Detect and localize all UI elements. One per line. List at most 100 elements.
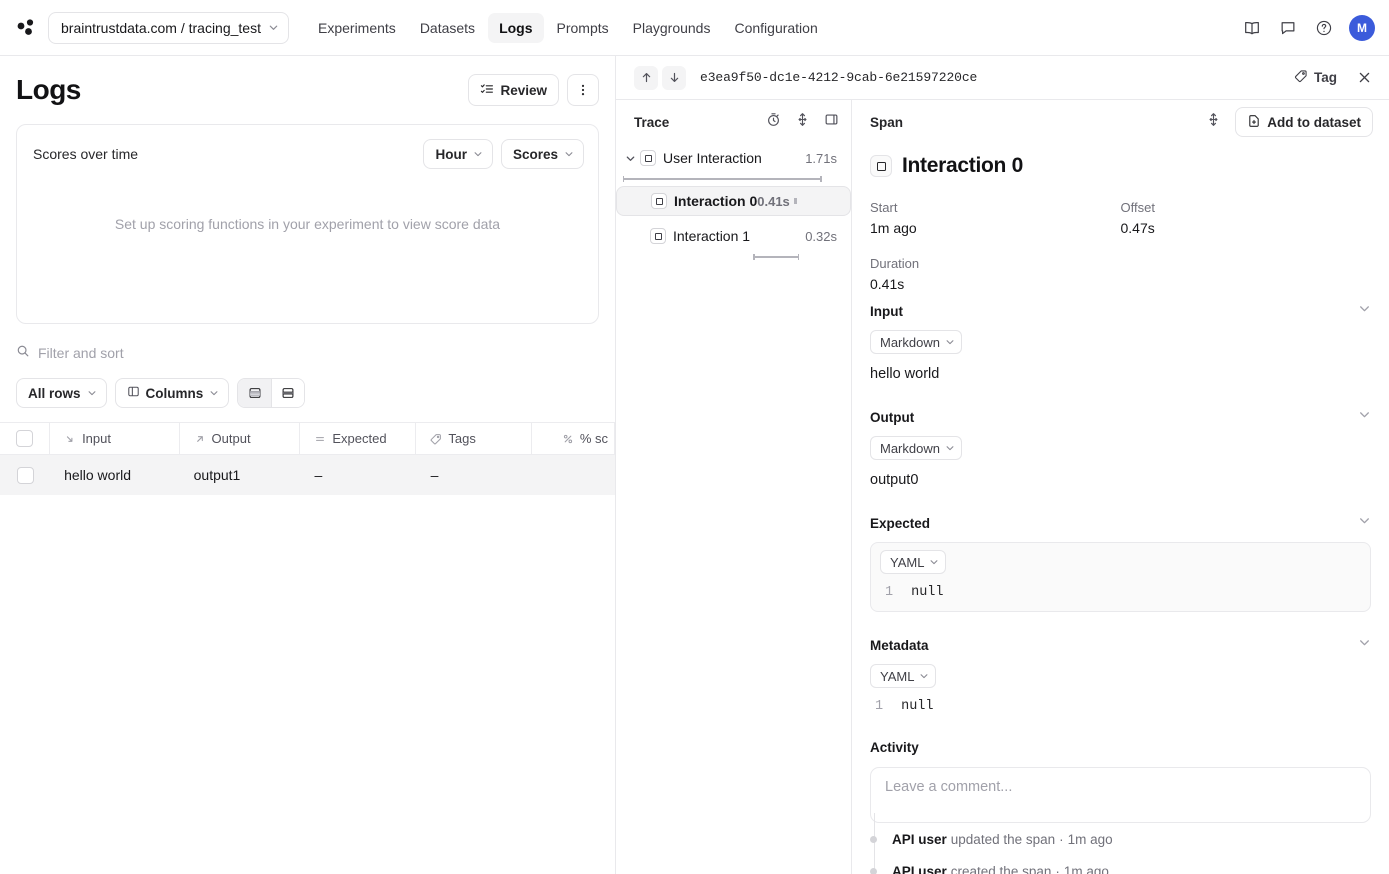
metadata-format-label: YAML bbox=[880, 668, 915, 684]
row-checkbox[interactable] bbox=[16, 466, 34, 484]
column-header-input[interactable]: Input bbox=[50, 422, 180, 455]
span-field-offset: Offset 0.47s bbox=[1121, 200, 1372, 236]
all-rows-select[interactable]: All rows bbox=[16, 378, 107, 408]
tag-button[interactable]: Tag bbox=[1294, 69, 1337, 86]
expand-move-icon[interactable] bbox=[1206, 112, 1221, 132]
nav-link-experiments[interactable]: Experiments bbox=[307, 13, 407, 43]
chevron-down-icon[interactable] bbox=[1358, 636, 1371, 654]
activity-user: API user bbox=[892, 831, 947, 847]
span-metadata-grid: Start 1m ago Offset 0.47s Duration 0.41s bbox=[870, 200, 1371, 298]
span-field-start-value: 1m ago bbox=[870, 220, 917, 236]
table-view-icon[interactable] bbox=[238, 379, 272, 407]
columns-select[interactable]: Columns bbox=[114, 378, 230, 408]
add-to-dataset-button[interactable]: Add to dataset bbox=[1235, 107, 1373, 137]
filter-and-sort-bar[interactable]: Filter and sort bbox=[16, 342, 599, 364]
logs-left-pane: Logs Review Scores over time Hour Scores… bbox=[0, 56, 616, 874]
chevron-down-icon[interactable] bbox=[1358, 302, 1371, 320]
trace-node-label: Interaction 1 bbox=[673, 228, 751, 244]
trace-node-interaction-0[interactable]: Interaction 0 0.41s bbox=[616, 186, 851, 216]
project-selector[interactable]: braintrustdata.com / tracing_test bbox=[48, 11, 289, 44]
span-type-icon bbox=[640, 150, 656, 166]
section-expected: Expected YAML 1 null bbox=[870, 512, 1371, 612]
scores-chart-card: Scores over time Hour Scores Set up scor… bbox=[16, 124, 599, 324]
column-header-score[interactable]: % sc bbox=[532, 422, 615, 455]
activity-timeline-rail bbox=[874, 813, 875, 874]
arrow-down-icon[interactable] bbox=[662, 65, 686, 90]
output-format-select[interactable]: Markdown bbox=[870, 436, 962, 460]
span-header-actions: Add to dataset bbox=[1206, 107, 1373, 137]
filter-and-sort-input[interactable]: Filter and sort bbox=[38, 345, 124, 361]
span-title: Interaction 0 bbox=[870, 154, 1371, 178]
book-icon[interactable] bbox=[1241, 17, 1263, 39]
more-options-button[interactable] bbox=[567, 74, 599, 106]
cell-input: hello world bbox=[64, 467, 132, 483]
split-view-icon[interactable] bbox=[271, 379, 305, 407]
logs-header-actions: Review bbox=[468, 74, 599, 106]
review-button[interactable]: Review bbox=[468, 74, 559, 106]
metadata-format-select[interactable]: YAML bbox=[870, 664, 937, 688]
column-header-output[interactable]: Output bbox=[180, 422, 301, 455]
trace-node-user-interaction[interactable]: User Interaction 1.71s bbox=[616, 144, 851, 186]
scores-chart-header: Scores over time Hour Scores bbox=[17, 125, 598, 169]
nav-link-playgrounds[interactable]: Playgrounds bbox=[622, 13, 722, 43]
span-panel-label: Span bbox=[870, 114, 904, 130]
expected-format-select[interactable]: YAML bbox=[880, 550, 947, 574]
table-row[interactable]: hello world output1 – – bbox=[0, 455, 615, 495]
expand-move-icon[interactable] bbox=[795, 112, 810, 132]
activity-feed: API user updated the span · 1m ago API u… bbox=[870, 813, 1371, 874]
close-icon[interactable] bbox=[1353, 67, 1375, 89]
metadata-value: null bbox=[901, 699, 934, 714]
vertical-dots-icon bbox=[581, 84, 585, 96]
activity-time: 1m ago bbox=[1063, 863, 1109, 874]
percent-icon bbox=[562, 433, 574, 445]
scores-chart-title: Scores over time bbox=[33, 146, 139, 162]
arrow-up-icon[interactable] bbox=[634, 65, 658, 90]
trace-node-interaction-1[interactable]: Interaction 1 0.32s bbox=[616, 222, 851, 264]
nav-link-datasets[interactable]: Datasets bbox=[409, 13, 486, 43]
trace-node-duration: 0.41s bbox=[757, 193, 790, 209]
interval-select[interactable]: Hour bbox=[423, 139, 493, 169]
columns-label: Columns bbox=[145, 385, 204, 401]
chevron-down-icon bbox=[209, 386, 219, 401]
section-input-heading: Input bbox=[870, 303, 903, 319]
column-header-score-label: % sc bbox=[579, 431, 608, 446]
input-format-select[interactable]: Markdown bbox=[870, 330, 962, 354]
activity-separator: · bbox=[1055, 863, 1060, 874]
braintrust-dots-logo[interactable] bbox=[12, 14, 40, 42]
activity-action: updated the span bbox=[950, 831, 1056, 847]
column-header-expected-label: Expected bbox=[332, 431, 387, 446]
collapse-panel-icon[interactable] bbox=[824, 112, 839, 132]
stopwatch-icon[interactable] bbox=[766, 112, 781, 132]
comment-input[interactable]: Leave a comment... bbox=[870, 767, 1371, 823]
chevron-down-icon[interactable] bbox=[1358, 408, 1371, 426]
section-activity-heading: Activity bbox=[870, 739, 919, 755]
help-circle-icon[interactable] bbox=[1313, 17, 1335, 39]
trace-id: e3ea9f50-dc1e-4212-9cab-6e21597220ce bbox=[700, 70, 978, 85]
column-header-expected[interactable]: Expected bbox=[300, 422, 417, 455]
nav-link-prompts[interactable]: Prompts bbox=[546, 13, 620, 43]
metric-select[interactable]: Scores bbox=[500, 139, 584, 169]
column-header-tags[interactable]: Tags bbox=[416, 422, 533, 455]
chat-bubble-icon[interactable] bbox=[1277, 17, 1299, 39]
span-title-text: Interaction 0 bbox=[902, 154, 1023, 177]
span-detail-column: Span Add to dataset Interaction 0 Start … bbox=[852, 100, 1389, 874]
chevron-down-icon bbox=[919, 669, 929, 684]
chevron-down-icon bbox=[473, 147, 483, 162]
column-header-output-label: Output bbox=[211, 431, 251, 446]
expected-value: null bbox=[911, 585, 944, 600]
activity-time: 1m ago bbox=[1067, 831, 1113, 847]
row-select-cell bbox=[0, 455, 50, 495]
trace-tree-header: Trace bbox=[616, 100, 851, 144]
nav-link-logs[interactable]: Logs bbox=[488, 12, 544, 43]
span-field-offset-value: 0.47s bbox=[1120, 220, 1155, 236]
nav-link-configuration[interactable]: Configuration bbox=[723, 13, 828, 43]
trace-detail-header: e3ea9f50-dc1e-4212-9cab-6e21597220ce Tag bbox=[616, 56, 1389, 100]
scores-chart-controls: Hour Scores bbox=[423, 139, 584, 169]
span-type-icon bbox=[651, 193, 667, 209]
chevron-down-icon[interactable] bbox=[1358, 514, 1371, 532]
select-all-checkbox[interactable] bbox=[16, 430, 34, 447]
chevron-down-icon[interactable] bbox=[622, 153, 638, 164]
activity-action: created the span bbox=[950, 863, 1052, 874]
user-avatar[interactable]: M bbox=[1349, 14, 1375, 41]
activity-item: API user updated the span · 1m ago bbox=[870, 823, 1371, 855]
